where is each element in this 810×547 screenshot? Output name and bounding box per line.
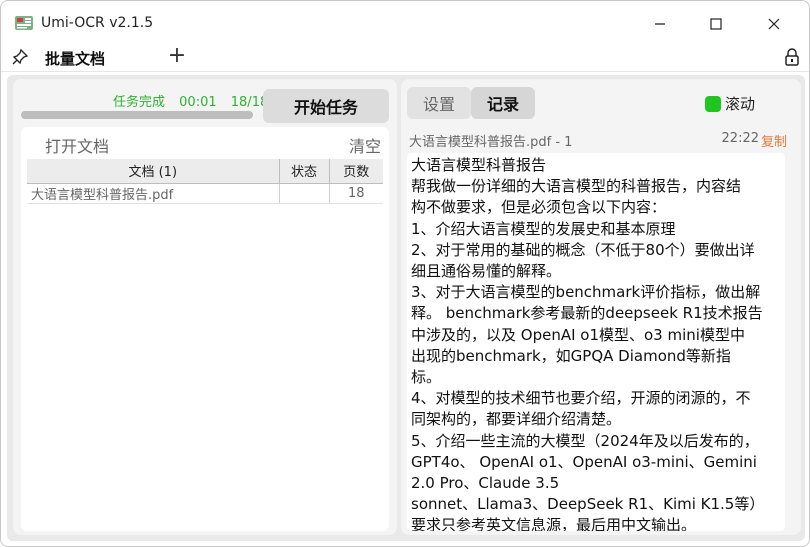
add-tab-button[interactable]: +	[165, 45, 189, 69]
scroll-toggle[interactable]: 滚动	[705, 93, 755, 114]
record-line: GPT4o、 OpenAI o1、OpenAI o3-mini、Gemini	[411, 452, 757, 471]
close-icon	[768, 18, 780, 30]
app-window: Umi-OCR v2.1.5 批量文档 + 任务完成 00:01 18/18 开…	[0, 0, 810, 547]
record-line: 帮我做一份详细的大语言模型的科普报告，内容结	[411, 177, 742, 196]
column-header-pages[interactable]: 页数	[329, 159, 383, 184]
scroll-toggle-label: 滚动	[725, 95, 756, 113]
copy-button[interactable]: 复制	[761, 131, 787, 150]
start-task-button[interactable]: 开始任务	[263, 89, 389, 123]
app-logo-icon	[15, 16, 33, 30]
tab-batch-docs[interactable]: 批量文档	[33, 43, 161, 71]
close-button[interactable]	[751, 9, 797, 39]
tab-log[interactable]: 记录	[471, 87, 535, 119]
scroll-toggle-indicator	[705, 95, 721, 112]
file-table: 文档 (1) 状态 页数 大语言模型科普报告.pdf 18	[27, 159, 383, 204]
maximize-button[interactable]	[693, 9, 739, 39]
record-line: 释。 benchmark参考最新的deepseek R1技术报告	[411, 304, 763, 323]
record-line: 1、介绍大语言模型的发展史和基本原理	[411, 219, 676, 238]
record-line: sonnet、Llama3、DeepSeek R1、Kimi K1.5等）	[411, 495, 765, 514]
title-bar: Umi-OCR v2.1.5	[1, 1, 809, 43]
record-line: 构不做要求，但是必须包含以下内容：	[411, 198, 667, 217]
file-list-box: 打开文档 清空 文档 (1) 状态 页数 大语言模型科普报告.pdf 18	[21, 127, 389, 531]
elapsed-time: 00:01	[179, 95, 217, 110]
column-header-status[interactable]: 状态	[279, 159, 330, 184]
progress-fill	[21, 111, 253, 119]
lock-icon[interactable]	[783, 47, 801, 67]
record-line: 大语言模型科普报告	[411, 156, 547, 174]
record-line: 出现的benchmark，如GPQA Diamond等新指	[411, 346, 731, 365]
minimize-button[interactable]	[637, 9, 683, 39]
record-line: 2、对于常用的基础的概念（不低于80个）要做出详	[411, 240, 755, 259]
maximize-icon	[710, 18, 722, 30]
record-line: 5、介绍一些主流的大模型（2024年及以后发布的，	[411, 431, 759, 450]
minimize-icon	[655, 23, 665, 25]
file-pages-cell: 18	[329, 183, 383, 204]
record-line: 2.0 Pro、Claude 3.5	[411, 474, 560, 493]
record-file-label: 大语言模型科普报告.pdf - 1	[409, 135, 573, 150]
tab-label: 批量文档	[45, 50, 106, 68]
file-name-cell: 大语言模型科普报告.pdf	[27, 183, 280, 204]
pin-icon[interactable]	[11, 48, 29, 66]
record-line: 标。	[411, 368, 442, 387]
file-status-cell	[279, 183, 330, 204]
right-panel: 设置 记录 滚动 大语言模型科普报告.pdf - 1 22:22 复制 大语言模…	[401, 79, 801, 535]
record-line: 中涉及的，以及 OpenAI o1模型、o3 mini模型中	[411, 325, 745, 344]
record-line: 要求只参考英文信息源，最后用中文输出。	[411, 516, 697, 531]
status-label: 任务完成	[113, 95, 166, 110]
open-docs-button[interactable]: 打开文档	[45, 133, 109, 157]
left-panel: 任务完成 00:01 18/18 开始任务 打开文档 清空 文档 (1) 状态 …	[13, 79, 397, 535]
record-text-area[interactable]: 大语言模型科普报告帮我做一份详细的大语言模型的科普报告，内容结 构不做要求，但是必…	[407, 153, 785, 531]
table-header-row: 文档 (1) 状态 页数	[27, 159, 383, 184]
tab-bar: 批量文档 +	[1, 43, 809, 71]
tab-divider	[1, 71, 809, 72]
record-header: 大语言模型科普报告.pdf - 1 22:22 复制	[409, 131, 787, 151]
column-header-doc[interactable]: 文档 (1)	[27, 159, 280, 184]
window-title: Umi-OCR v2.1.5	[41, 15, 154, 31]
record-line: 细且通俗易懂的解释。	[411, 262, 562, 281]
tab-settings[interactable]: 设置	[407, 87, 471, 119]
task-status: 任务完成 00:01 18/18	[113, 91, 278, 110]
clear-button[interactable]: 清空	[349, 133, 381, 157]
record-time: 22:22	[721, 131, 759, 146]
progress-bar	[21, 111, 253, 119]
record-line: 同架构的，都要详细介绍清楚。	[411, 410, 622, 429]
record-line: 3、对于大语言模型的benchmark评价指标，做出解	[411, 283, 761, 302]
record-line: 4、对模型的技术细节也要介绍，开源的闭源的，不	[411, 389, 751, 408]
table-row[interactable]: 大语言模型科普报告.pdf 18	[27, 183, 383, 204]
content-area: 任务完成 00:01 18/18 开始任务 打开文档 清空 文档 (1) 状态 …	[7, 75, 805, 541]
